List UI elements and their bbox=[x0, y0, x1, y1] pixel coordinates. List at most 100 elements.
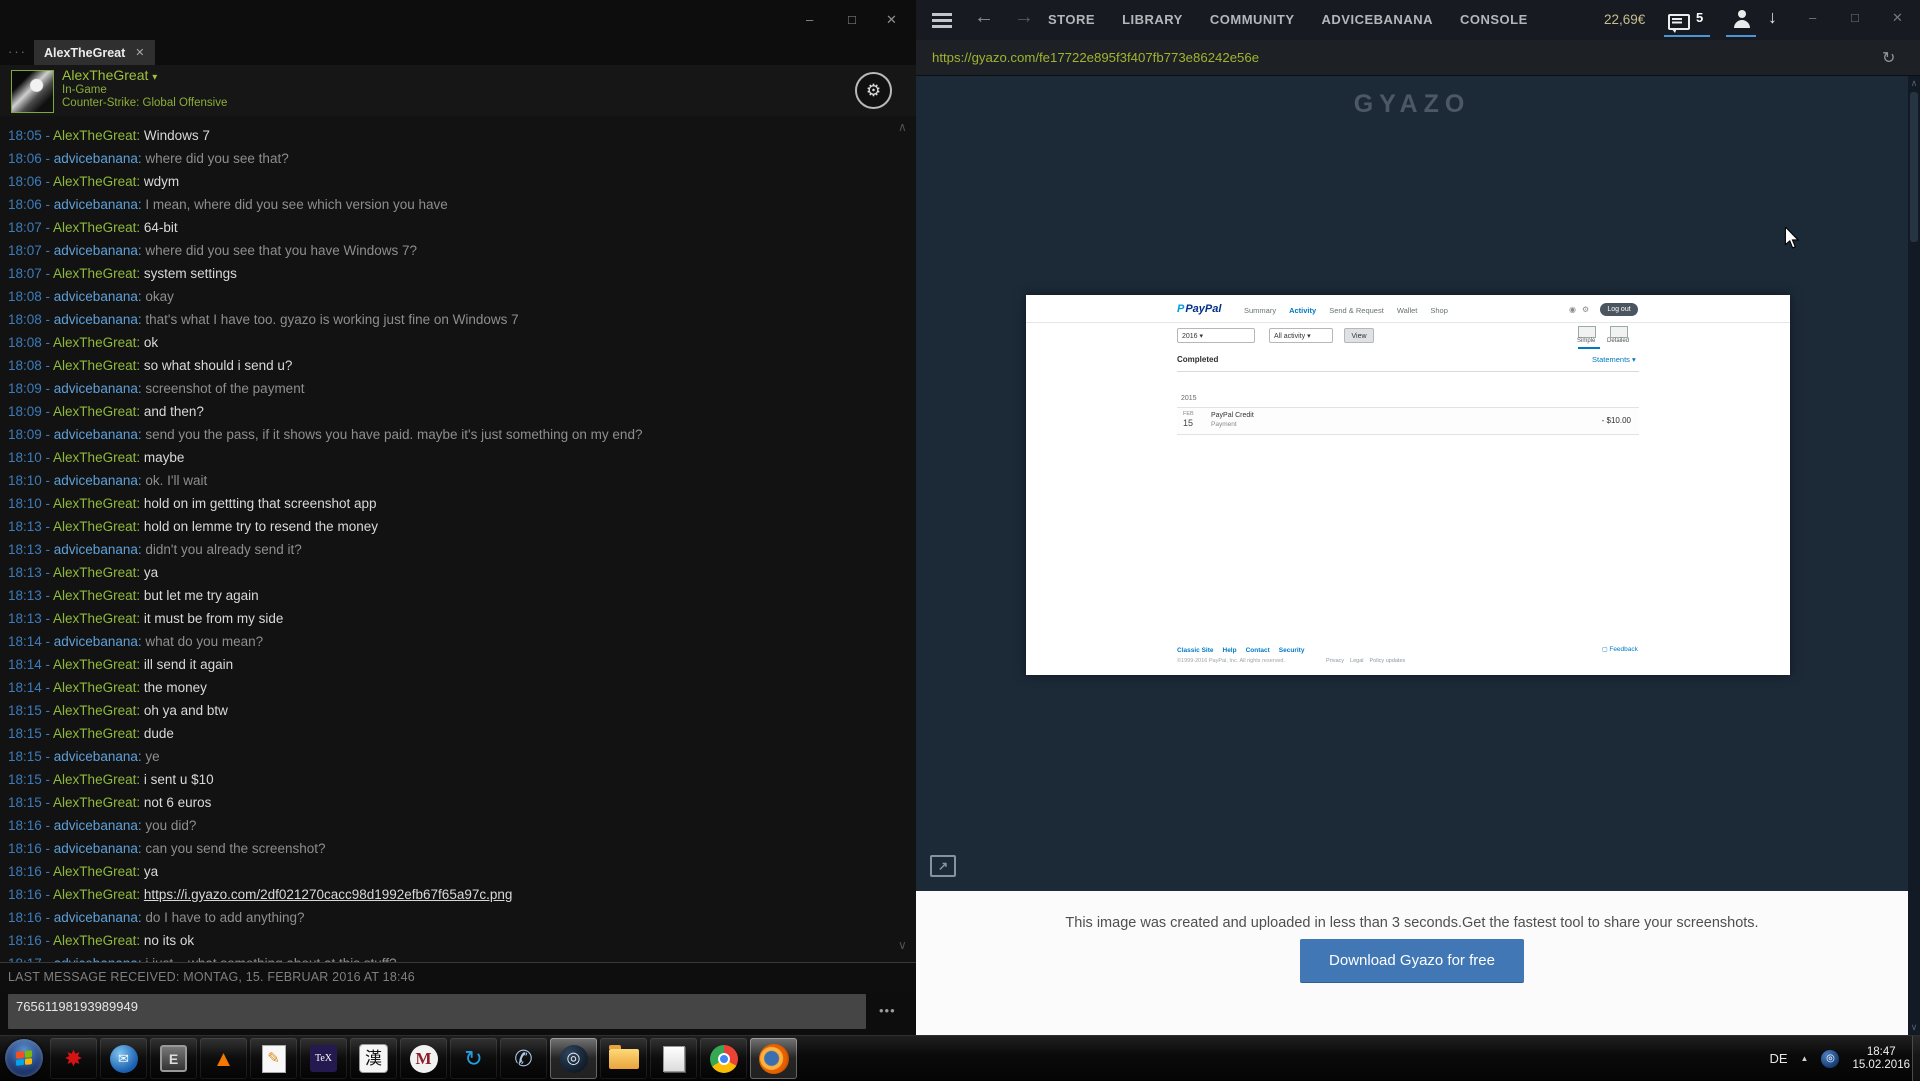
paypal-nav-item: Wallet bbox=[1397, 306, 1418, 315]
scroll-up-icon[interactable]: ∧ bbox=[1908, 78, 1920, 89]
nav-item[interactable]: LIBRARY bbox=[1122, 0, 1183, 40]
vlc-icon-button[interactable]: ▲ bbox=[200, 1038, 247, 1079]
browser-scrollbar[interactable]: ∧ ∨ bbox=[1908, 76, 1920, 1035]
chat-message: 18:08 - advicebanana: okay bbox=[0, 285, 916, 308]
mail-bird-icon-button[interactable]: ✉ bbox=[100, 1038, 147, 1079]
notification-count: 5 bbox=[1696, 10, 1703, 25]
message-time: 18:14 - bbox=[8, 680, 53, 695]
kanji-app-icon-button[interactable]: 漢 bbox=[350, 1038, 397, 1079]
clock-date: 15.02.2016 bbox=[1852, 1059, 1910, 1072]
nav-item[interactable]: CONSOLE bbox=[1460, 0, 1528, 40]
download-gyazo-button[interactable]: Download Gyazo for free bbox=[1300, 939, 1524, 983]
firefox-taskbar-icon-button[interactable] bbox=[750, 1038, 797, 1079]
chat-scroll-up-icon[interactable]: ∧ bbox=[898, 120, 907, 134]
chat-tab-close-icon[interactable]: ✕ bbox=[135, 46, 144, 59]
expand-icon[interactable]: ↗ bbox=[930, 855, 956, 877]
transaction-day: 15 bbox=[1183, 418, 1193, 428]
friend-name-menu[interactable]: AlexTheGreat ▾ bbox=[62, 67, 157, 83]
chat-close-button[interactable]: ✕ bbox=[886, 12, 897, 28]
scroll-down-icon[interactable]: ∨ bbox=[1908, 1022, 1920, 1033]
chat-message: 18:08 - advicebanana: that's what I have… bbox=[0, 308, 916, 331]
message-text: it must be from my side bbox=[144, 611, 284, 626]
message-time: 18:16 - bbox=[8, 818, 54, 833]
notes-icon-button[interactable] bbox=[650, 1038, 697, 1079]
downloads-icon[interactable]: ↓ bbox=[1768, 7, 1777, 28]
e-app-icon-button[interactable]: E bbox=[150, 1038, 197, 1079]
back-icon[interactable]: ← bbox=[974, 6, 994, 29]
message-time: 18:06 - bbox=[8, 174, 53, 189]
chat-settings-button[interactable]: ⚙ bbox=[855, 72, 892, 109]
tex-icon-button[interactable]: TeX bbox=[300, 1038, 347, 1079]
avatar[interactable] bbox=[11, 70, 54, 113]
mouse-cursor bbox=[1782, 227, 1802, 249]
chat-message: 18:16 - advicebanana: do I have to add a… bbox=[0, 906, 916, 929]
message-sender: AlexTheGreat: bbox=[53, 657, 144, 672]
chat-tabs-menu-icon[interactable]: ··· bbox=[8, 44, 27, 59]
paypal-screenshot-image: PPayPal SummaryActivitySend & RequestWal… bbox=[1026, 295, 1790, 675]
chat-maximize-button[interactable]: □ bbox=[848, 12, 856, 27]
message-sender: AlexTheGreat: bbox=[53, 335, 144, 350]
message-link[interactable]: https://i.gyazo.com/2df021270cacc98d1992… bbox=[144, 887, 513, 902]
paypal-legal-links: PrivacyLegalPolicy updates bbox=[1326, 658, 1405, 664]
show-desktop-button[interactable] bbox=[1912, 1036, 1920, 1081]
chat-message-input[interactable] bbox=[8, 994, 866, 1029]
chat-scroll-down-icon[interactable]: ∨ bbox=[898, 938, 907, 952]
message-text: dude bbox=[144, 726, 174, 741]
wallet-balance[interactable]: 22,69€ bbox=[1604, 0, 1645, 40]
chat-notifications-icon[interactable] bbox=[1668, 14, 1690, 30]
clock[interactable]: 18:47 15.02.2016 bbox=[1852, 1046, 1910, 1072]
message-sender: AlexTheGreat: bbox=[53, 933, 144, 948]
steam-maximize-button[interactable]: □ bbox=[1851, 10, 1859, 25]
message-text: ya bbox=[144, 565, 158, 580]
gear-icon: ⚙ bbox=[1582, 305, 1589, 314]
chat-messages: 18:05 - AlexTheGreat: Windows 718:06 - a… bbox=[0, 116, 916, 962]
red-app-icon-button[interactable]: ✸ bbox=[50, 1038, 97, 1079]
start-button[interactable] bbox=[5, 1039, 43, 1077]
friends-person-icon[interactable] bbox=[1734, 10, 1750, 30]
menu-icon[interactable] bbox=[932, 13, 952, 31]
phone-app-icon-button[interactable]: ✆ bbox=[500, 1038, 547, 1079]
message-text: not 6 euros bbox=[144, 795, 212, 810]
paypal-nav-item: Shop bbox=[1430, 306, 1448, 315]
chat-message: 18:14 - AlexTheGreat: the money bbox=[0, 676, 916, 699]
browser-url-bar: https://gyazo.com/fe17722e895f3f407fb773… bbox=[916, 40, 1920, 76]
steam-minimize-button[interactable]: – bbox=[1809, 10, 1816, 25]
message-sender: AlexTheGreat: bbox=[53, 772, 144, 787]
gyazo-logo: Gyazo bbox=[916, 90, 1908, 119]
scrollbar-thumb[interactable] bbox=[1910, 92, 1918, 242]
text-editor-icon-button[interactable]: ✎ bbox=[250, 1038, 297, 1079]
steam-tray-icon[interactable]: ◎ bbox=[1821, 1050, 1839, 1068]
message-sender: AlexTheGreat: bbox=[53, 588, 144, 603]
sync-app-icon-button[interactable]: ↻ bbox=[450, 1038, 497, 1079]
chat-message: 18:15 - AlexTheGreat: not 6 euros bbox=[0, 791, 916, 814]
message-sender: AlexTheGreat: bbox=[53, 864, 144, 879]
message-time: 18:08 - bbox=[8, 335, 53, 350]
message-text: I mean, where did you see which version … bbox=[145, 197, 447, 212]
message-sender: advicebanana: bbox=[54, 289, 146, 304]
chat-tab[interactable]: AlexTheGreat ✕ bbox=[34, 40, 155, 65]
forward-icon[interactable]: → bbox=[1014, 6, 1034, 29]
refresh-icon[interactable]: ↻ bbox=[1882, 48, 1895, 68]
chrome-icon-button[interactable] bbox=[700, 1038, 747, 1079]
nav-item[interactable]: COMMUNITY bbox=[1210, 0, 1295, 40]
chat-more-button[interactable]: ••• bbox=[879, 1003, 896, 1018]
nav-item[interactable]: STORE bbox=[1048, 0, 1095, 40]
message-sender: AlexTheGreat: bbox=[53, 220, 144, 235]
chat-message: 18:10 - AlexTheGreat: maybe bbox=[0, 446, 916, 469]
person-underline bbox=[1726, 35, 1756, 37]
chat-message: 18:15 - AlexTheGreat: dude bbox=[0, 722, 916, 745]
folder-icon-button[interactable] bbox=[600, 1038, 647, 1079]
tray-expand-icon[interactable]: ▲ bbox=[1801, 1054, 1809, 1063]
chat-minimize-button[interactable]: – bbox=[806, 12, 813, 27]
m-app-icon: M bbox=[410, 1045, 438, 1073]
steam-taskbar-icon-button[interactable]: ◎ bbox=[550, 1038, 597, 1079]
m-app-icon-button[interactable]: M bbox=[400, 1038, 447, 1079]
url-input[interactable]: https://gyazo.com/fe17722e895f3f407fb773… bbox=[932, 40, 1259, 76]
paypal-legal: ©1999-2016 PayPal, Inc. All rights reser… bbox=[1177, 658, 1285, 664]
message-time: 18:10 - bbox=[8, 473, 54, 488]
steam-close-button[interactable]: ✕ bbox=[1892, 10, 1903, 26]
nav-item[interactable]: ADVICEBANANA bbox=[1322, 0, 1433, 40]
language-indicator[interactable]: DE bbox=[1769, 1051, 1787, 1066]
detailed-view-icon bbox=[1610, 326, 1628, 338]
paypal-nav-item: Activity bbox=[1289, 306, 1316, 315]
